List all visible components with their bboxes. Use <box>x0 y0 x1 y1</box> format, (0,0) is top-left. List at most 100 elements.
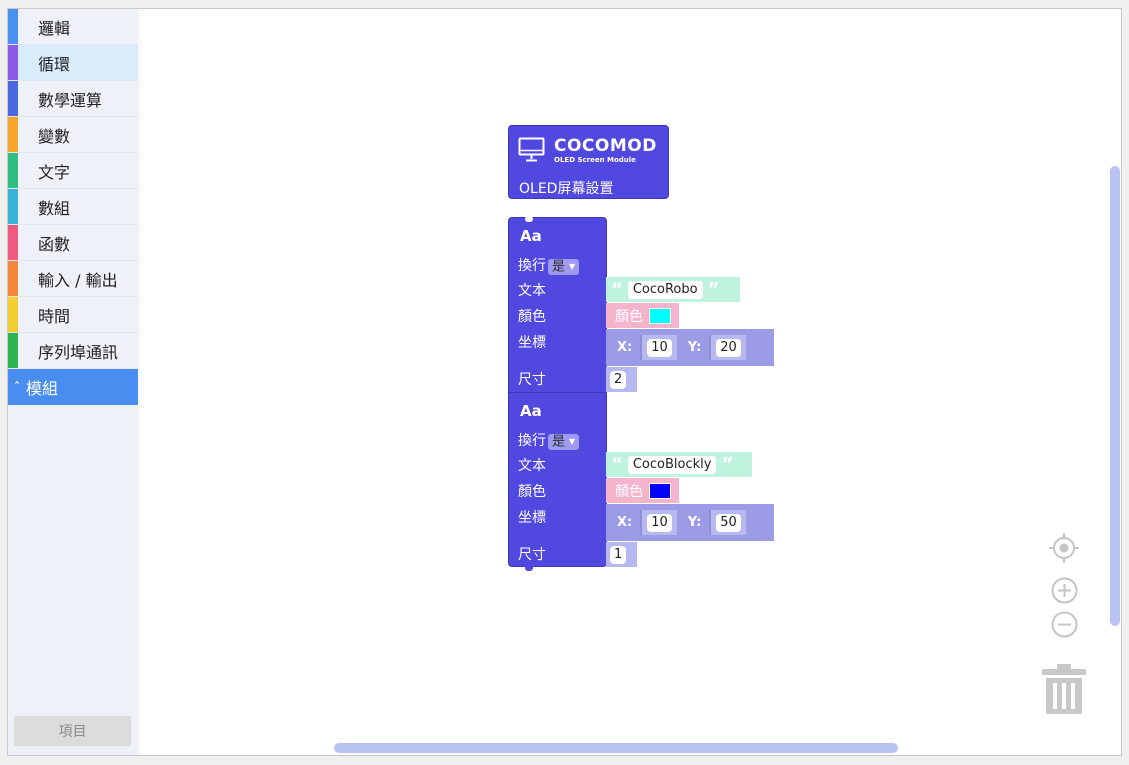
wrap-label: 換行 <box>518 258 546 274</box>
wrap-row: 換行是 ▼ <box>518 430 580 450</box>
x-label: X: <box>617 340 633 355</box>
category-color-bar <box>8 297 18 332</box>
block-label: Aa <box>520 402 542 420</box>
brand-subtitle: OLED Screen Module <box>554 156 636 164</box>
x-slot[interactable]: 10 <box>640 510 677 535</box>
text-value[interactable]: CocoRobo <box>627 280 703 299</box>
wrap-row: 換行是 ▼ <box>518 255 580 275</box>
caret-up-icon: ˄ <box>14 380 20 394</box>
color-field-label: 顏色 <box>615 483 643 500</box>
recenter-icon[interactable] <box>1048 532 1080 564</box>
y-slot[interactable]: 20 <box>709 335 746 360</box>
toolbox: 邏輯 循環 數學運算 變數 文字 數組 函數 輸入 / 輸出 時間 序列埠通訊 … <box>8 9 138 755</box>
text-label: 文本 <box>518 458 546 474</box>
horizontal-scrollbar[interactable] <box>334 743 898 753</box>
text-label: 文本 <box>518 283 546 299</box>
coord-label: 坐標 <box>518 510 546 526</box>
category-label: 文字 <box>38 162 71 182</box>
color-swatch[interactable] <box>649 482 671 499</box>
color-input-block[interactable]: 顏色 <box>606 303 679 328</box>
category-arrays[interactable]: 數組 <box>8 189 138 225</box>
category-label: 序列埠通訊 <box>38 342 119 362</box>
close-quote-icon: ” <box>707 278 720 300</box>
y-value[interactable]: 50 <box>716 513 741 532</box>
category-color-bar <box>8 189 18 224</box>
color-field-label: 顏色 <box>615 308 643 325</box>
y-label: Y: <box>687 340 702 355</box>
x-label: X: <box>617 515 633 530</box>
category-label: 時間 <box>38 306 71 326</box>
category-variables[interactable]: 變數 <box>8 117 138 153</box>
category-time[interactable]: 時間 <box>8 297 138 333</box>
y-label: Y: <box>687 515 702 530</box>
blockly-editor: 邏輯 循環 數學運算 變數 文字 數組 函數 輸入 / 輸出 時間 序列埠通訊 … <box>7 8 1122 756</box>
wrap-value: 是 <box>552 259 566 274</box>
category-io[interactable]: 輸入 / 輸出 <box>8 261 138 297</box>
color-label: 顏色 <box>518 484 546 500</box>
category-label: 數學運算 <box>38 90 103 110</box>
text-input-block[interactable]: “ CocoBlockly ” <box>606 452 752 477</box>
open-quote-icon: “ <box>611 278 623 300</box>
color-swatch[interactable] <box>649 307 671 324</box>
block-notch <box>525 563 533 571</box>
x-slot[interactable]: 10 <box>640 335 677 360</box>
brand-logo-text: COCOMOD <box>554 136 657 156</box>
monitor-icon <box>518 137 545 162</box>
category-math[interactable]: 數學運算 <box>8 81 138 117</box>
category-label: 數組 <box>38 198 71 218</box>
workspace-canvas[interactable]: COCOMOD OLED Screen Module OLED屏幕設置 Aa 換… <box>138 9 1121 755</box>
zoom-in-icon[interactable] <box>1051 577 1078 604</box>
category-color-bar <box>8 81 18 116</box>
category-color-bar <box>8 261 18 296</box>
category-logic[interactable]: 邏輯 <box>8 9 138 45</box>
category-text[interactable]: 文字 <box>8 153 138 189</box>
category-serial[interactable]: 序列埠通訊 <box>8 333 138 369</box>
category-label: 邏輯 <box>38 18 71 38</box>
category-color-bar <box>8 333 18 368</box>
category-functions[interactable]: 函數 <box>8 225 138 261</box>
size-input-block[interactable]: 2 <box>606 367 637 392</box>
trash-icon[interactable] <box>1040 662 1088 716</box>
category-color-bar <box>8 45 18 80</box>
oled-text-block[interactable]: Aa 換行是 ▼ 文本 顏色 坐標 尺寸 <box>508 392 607 571</box>
wrap-value: 是 <box>552 434 566 449</box>
category-color-bar <box>8 225 18 260</box>
category-label: 循環 <box>38 54 71 74</box>
x-value[interactable]: 10 <box>647 513 672 532</box>
y-value[interactable]: 20 <box>716 338 741 357</box>
zoom-out-icon[interactable] <box>1051 611 1078 638</box>
size-value[interactable]: 2 <box>610 370 627 389</box>
size-value[interactable]: 1 <box>610 545 627 564</box>
oled-text-block[interactable]: Aa 換行是 ▼ 文本 顏色 坐標 尺寸 <box>508 216 607 393</box>
category-color-bar <box>8 9 18 44</box>
wrap-label: 換行 <box>518 433 546 449</box>
vertical-scrollbar[interactable] <box>1110 166 1120 626</box>
coord-label: 坐標 <box>518 335 546 351</box>
category-label: 模組 <box>26 379 59 398</box>
block-label: Aa <box>520 227 542 245</box>
color-input-block[interactable]: 顏色 <box>606 478 679 503</box>
open-quote-icon: “ <box>611 453 623 475</box>
category-color-bar <box>8 117 18 152</box>
text-input-block[interactable]: “ CocoRobo ” <box>606 277 740 302</box>
project-button[interactable]: 項目 <box>14 716 131 746</box>
category-modules[interactable]: ˄ 模組 <box>8 369 138 405</box>
size-label: 尺寸 <box>518 547 546 563</box>
category-label: 輸入 / 輸出 <box>38 270 118 290</box>
category-label: 變數 <box>38 126 71 146</box>
coordinate-input-block[interactable]: X: 10 Y: 20 <box>606 329 774 366</box>
size-input-block[interactable]: 1 <box>606 542 637 567</box>
block-title: OLED屏幕設置 <box>519 181 614 197</box>
category-loops[interactable]: 循環 <box>8 45 138 81</box>
wrap-dropdown[interactable]: 是 ▼ <box>548 433 580 450</box>
dropdown-arrow-icon: ▼ <box>569 436 576 446</box>
text-value[interactable]: CocoBlockly <box>627 455 717 474</box>
wrap-dropdown[interactable]: 是 ▼ <box>548 258 580 275</box>
close-quote-icon: ” <box>721 453 734 475</box>
oled-setup-block[interactable]: COCOMOD OLED Screen Module OLED屏幕設置 <box>508 125 669 199</box>
dropdown-arrow-icon: ▼ <box>569 261 576 271</box>
coordinate-input-block[interactable]: X: 10 Y: 50 <box>606 504 774 541</box>
x-value[interactable]: 10 <box>647 338 672 357</box>
y-slot[interactable]: 50 <box>709 510 746 535</box>
category-label: 函數 <box>38 234 71 254</box>
